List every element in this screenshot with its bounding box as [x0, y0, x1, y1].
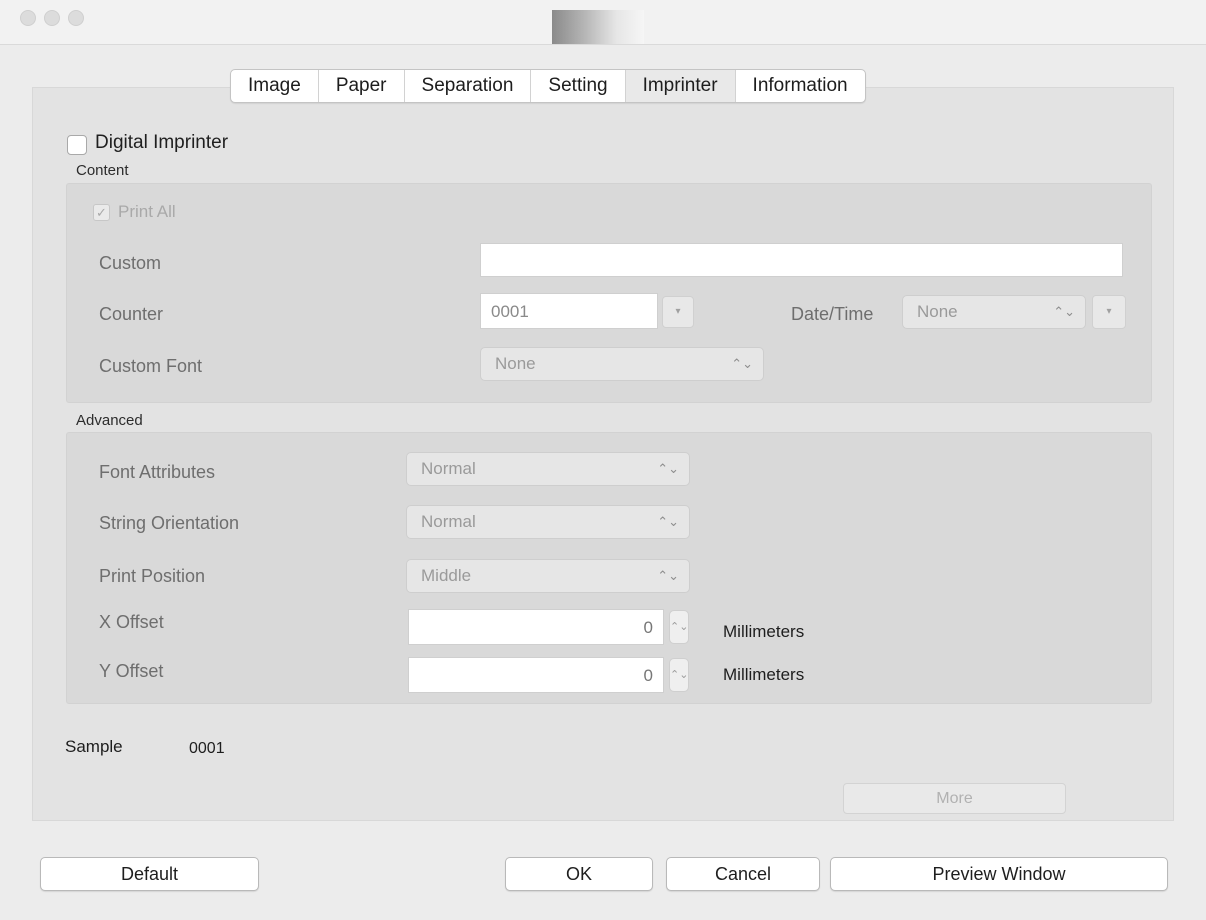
custom-text-field[interactable] [480, 243, 1123, 277]
updown-arrows-icon: ⌃⌄ [1053, 304, 1075, 319]
datetime-select[interactable]: None ⌃⌄ [902, 295, 1086, 329]
default-button[interactable]: Default [40, 857, 259, 891]
x-offset-stepper[interactable]: ⌃⌄ [669, 610, 689, 644]
print-all-checkbox[interactable]: ✓ [93, 204, 110, 221]
counter-label: Counter [99, 304, 164, 324]
print-all-label: Print All [118, 202, 176, 221]
counter-field[interactable]: 0001 [480, 293, 658, 329]
tab-image[interactable]: Image [231, 70, 319, 102]
tab-bar: Image Paper Separation Setting Imprinter… [230, 69, 866, 103]
minimize-window-button[interactable] [44, 10, 60, 26]
string-orientation-label: String Orientation [99, 513, 240, 533]
updown-arrows-icon: ⌃⌄ [731, 356, 753, 371]
x-offset-field[interactable]: 0 [408, 609, 664, 645]
chevron-down-icon: ▾ [675, 306, 681, 317]
x-offset-label: X Offset [99, 612, 164, 632]
tab-imprinter[interactable]: Imprinter [625, 70, 736, 102]
content-group-title: Content [76, 162, 129, 179]
updown-arrows-icon: ⌃⌄ [657, 568, 679, 583]
y-offset-unit: Millimeters [723, 665, 805, 684]
updown-arrows-icon: ⌃⌄ [657, 514, 679, 529]
updown-arrows-icon: ⌃⌄ [670, 621, 689, 633]
chevron-down-icon: ▾ [1106, 306, 1112, 317]
y-offset-field[interactable]: 0 [408, 657, 664, 693]
preview-window-button[interactable]: Preview Window [830, 857, 1168, 891]
tab-setting[interactable]: Setting [531, 70, 626, 102]
tab-paper[interactable]: Paper [319, 70, 405, 102]
x-offset-unit: Millimeters [723, 622, 805, 641]
more-button[interactable]: More [843, 783, 1066, 814]
y-offset-label: Y Offset [99, 661, 164, 681]
string-orientation-select[interactable]: Normal ⌃⌄ [406, 505, 690, 539]
app-logo [552, 10, 644, 44]
font-attributes-label: Font Attributes [99, 462, 216, 482]
updown-arrows-icon: ⌃⌄ [670, 669, 689, 681]
digital-imprinter-checkbox[interactable] [67, 135, 87, 155]
sample-value: 0001 [189, 740, 225, 757]
datetime-selected-value: None [917, 302, 958, 321]
cancel-button[interactable]: Cancel [666, 857, 820, 891]
checkmark-icon: ✓ [96, 205, 107, 220]
titlebar-divider [0, 44, 1206, 45]
string-orientation-selected-value: Normal [421, 512, 476, 531]
custom-label: Custom [99, 253, 162, 273]
font-attributes-select[interactable]: Normal ⌃⌄ [406, 452, 690, 486]
zoom-window-button[interactable] [68, 10, 84, 26]
advanced-group-title: Advanced [76, 412, 143, 429]
font-attributes-selected-value: Normal [421, 459, 476, 478]
print-position-select[interactable]: Middle ⌃⌄ [406, 559, 690, 593]
counter-dropdown-button[interactable]: ▾ [662, 296, 694, 328]
tab-information[interactable]: Information [736, 70, 865, 102]
y-offset-stepper[interactable]: ⌃⌄ [669, 658, 689, 692]
digital-imprinter-label: Digital Imprinter [95, 132, 229, 153]
sample-label: Sample [65, 737, 123, 756]
datetime-dropdown-button[interactable]: ▾ [1092, 295, 1126, 329]
ok-button[interactable]: OK [505, 857, 653, 891]
print-position-selected-value: Middle [421, 566, 472, 585]
custom-font-label: Custom Font [99, 356, 203, 376]
updown-arrows-icon: ⌃⌄ [657, 461, 679, 476]
print-position-label: Print Position [99, 566, 206, 586]
datetime-label: Date/Time [791, 304, 874, 324]
custom-font-selected-value: None [495, 354, 536, 373]
custom-font-select[interactable]: None ⌃⌄ [480, 347, 764, 381]
tab-separation[interactable]: Separation [405, 70, 532, 102]
close-window-button[interactable] [20, 10, 36, 26]
